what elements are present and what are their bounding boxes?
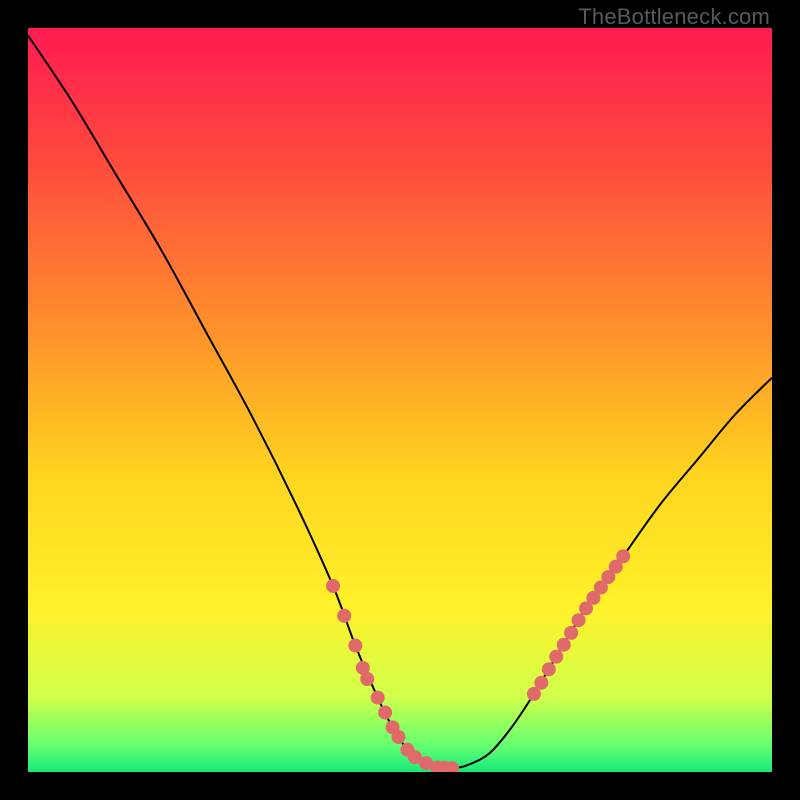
highlight-marker: [534, 676, 548, 690]
chart-svg: [28, 28, 772, 772]
highlight-marker: [371, 691, 385, 705]
highlight-marker: [392, 730, 406, 744]
watermark-text: TheBottleneck.com: [578, 4, 770, 30]
chart-frame: TheBottleneck.com: [0, 0, 800, 800]
highlight-marker: [337, 609, 351, 623]
highlight-marker: [549, 650, 563, 664]
highlight-marker: [557, 638, 571, 652]
highlight-marker: [564, 626, 578, 640]
highlight-marker: [326, 579, 340, 593]
highlight-marker: [348, 639, 362, 653]
highlight-marker: [572, 613, 586, 627]
highlight-marker: [616, 549, 630, 563]
highlight-marker: [360, 672, 374, 686]
gradient-backdrop: [28, 28, 772, 772]
highlight-marker: [378, 705, 392, 719]
highlight-marker: [542, 662, 556, 676]
